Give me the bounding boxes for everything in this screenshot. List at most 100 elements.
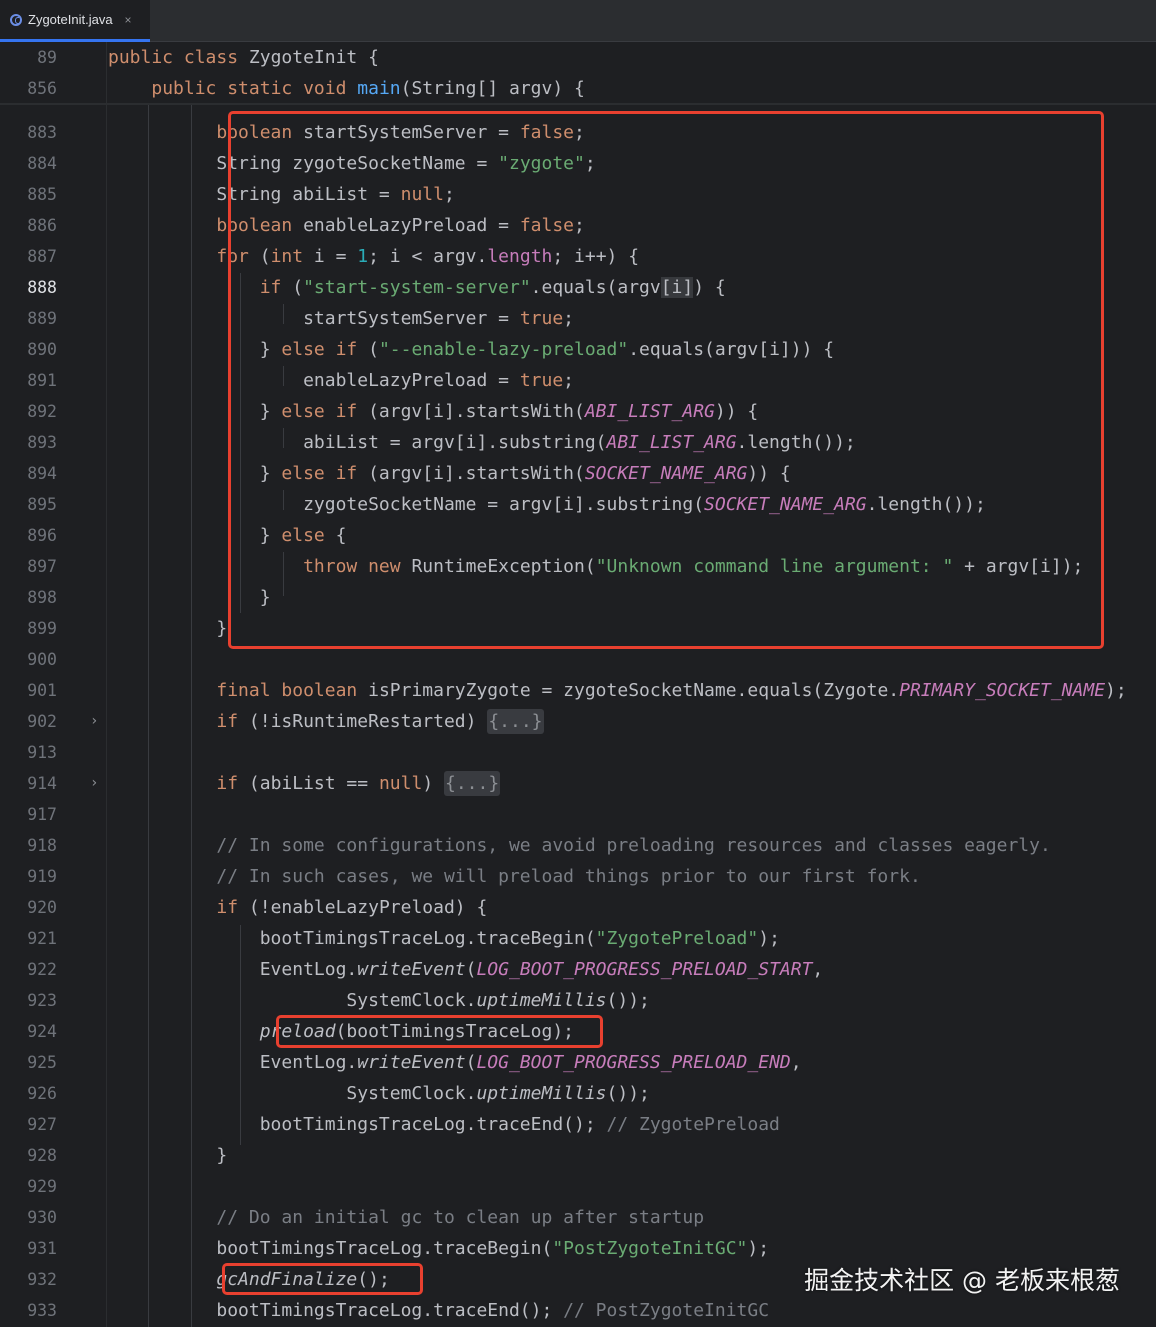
line-number[interactable]: 887 <box>0 241 57 272</box>
code-line[interactable]: 933 bootTimingsTraceLog.traceEnd(); // P… <box>0 1295 1156 1326</box>
code-text: SystemClock.uptimeMillis()); <box>108 1078 649 1109</box>
code-token: ZygoteInit { <box>248 47 379 68</box>
indent-guide <box>240 925 241 1145</box>
line-number[interactable]: 930 <box>0 1202 57 1233</box>
fold-chevron-icon[interactable]: › <box>90 768 98 799</box>
code-line[interactable]: 922 EventLog.writeEvent(LOG_BOOT_PROGRES… <box>0 954 1156 985</box>
code-line[interactable]: 89 public class ZygoteInit { <box>0 42 1156 73</box>
line-number[interactable]: 929 <box>0 1171 57 1202</box>
line-number[interactable]: 886 <box>0 210 57 241</box>
file-tab[interactable]: ZygoteInit.java × <box>0 0 150 42</box>
code-token: bootTimingsTraceLog.traceBegin( <box>108 928 596 949</box>
line-number[interactable]: 922 <box>0 954 57 985</box>
line-number[interactable]: 931 <box>0 1233 57 1264</box>
line-number[interactable]: 893 <box>0 427 57 458</box>
line-number[interactable]: 927 <box>0 1109 57 1140</box>
line-number[interactable]: 933 <box>0 1295 57 1326</box>
line-number[interactable]: 923 <box>0 985 57 1016</box>
folded-block[interactable]: {...} <box>487 709 544 734</box>
code-token: uptimeMillis <box>476 990 607 1011</box>
close-icon[interactable]: × <box>125 13 132 27</box>
java-class-icon <box>10 13 22 26</box>
code-token: // In such cases, we will preload things… <box>216 866 921 887</box>
line-number[interactable]: 925 <box>0 1047 57 1078</box>
code-line[interactable]: 928 } <box>0 1140 1156 1171</box>
line-number[interactable]: 926 <box>0 1078 57 1109</box>
line-number[interactable]: 897 <box>0 551 57 582</box>
code-line[interactable]: 901 final boolean isPrimaryZygote = zygo… <box>0 675 1156 706</box>
code-token: , <box>812 959 824 980</box>
code-line[interactable]: 926 SystemClock.uptimeMillis()); <box>0 1078 1156 1109</box>
line-number[interactable]: 883 <box>0 117 57 148</box>
code-token: ) <box>422 773 444 794</box>
code-token: bootTimingsTraceLog.traceEnd(); <box>108 1300 564 1321</box>
code-token: (String[] argv) { <box>400 78 585 99</box>
line-number[interactable]: 932 <box>0 1264 57 1295</box>
line-number[interactable]: 896 <box>0 520 57 551</box>
code-line[interactable]: 921 bootTimingsTraceLog.traceBegin("Zygo… <box>0 923 1156 954</box>
code-line[interactable]: 913 <box>0 737 1156 768</box>
code-token: LOG_BOOT_PROGRESS_PRELOAD_END <box>476 1052 791 1073</box>
folded-block[interactable]: {...} <box>444 771 501 796</box>
line-number[interactable]: 885 <box>0 179 57 210</box>
code-line[interactable]: 925 EventLog.writeEvent(LOG_BOOT_PROGRES… <box>0 1047 1156 1078</box>
code-line[interactable]: 856 public static void main(String[] arg… <box>0 73 1156 104</box>
line-number[interactable]: 894 <box>0 458 57 489</box>
code-line[interactable]: 930 // Do an initial gc to clean up afte… <box>0 1202 1156 1233</box>
code-line[interactable]: 920 if (!enableLazyPreload) { <box>0 892 1156 923</box>
code-line[interactable]: 902 › if (!isRuntimeRestarted) {...} <box>0 706 1156 737</box>
code-line[interactable]: 918 // In some configurations, we avoid … <box>0 830 1156 861</box>
code-line[interactable]: 917 <box>0 799 1156 830</box>
code-token: PRIMARY_SOCKET_NAME <box>899 680 1106 701</box>
code-token: if <box>216 897 239 918</box>
code-token: , <box>790 1052 802 1073</box>
line-number[interactable]: 921 <box>0 923 57 954</box>
line-number[interactable]: 900 <box>0 644 57 675</box>
line-number[interactable]: 919 <box>0 861 57 892</box>
line-number[interactable]: 901 <box>0 675 57 706</box>
line-number[interactable]: 898 <box>0 582 57 613</box>
line-number[interactable]: 889 <box>0 303 57 334</box>
line-number[interactable]: 892 <box>0 396 57 427</box>
code-line[interactable]: 914 › if (abiList == null) {...} <box>0 768 1156 799</box>
line-number[interactable]: 895 <box>0 489 57 520</box>
code-text: EventLog.writeEvent(LOG_BOOT_PROGRESS_PR… <box>108 1047 802 1078</box>
line-number[interactable]: 928 <box>0 1140 57 1171</box>
line-number[interactable]: 856 <box>0 73 57 104</box>
tab-filename: ZygoteInit.java <box>28 12 113 27</box>
code-text: } <box>108 613 227 644</box>
code-line[interactable]: 931 bootTimingsTraceLog.traceBegin("Post… <box>0 1233 1156 1264</box>
line-number[interactable]: 888 <box>0 272 57 303</box>
code-text: SystemClock.uptimeMillis()); <box>108 985 649 1016</box>
fold-chevron-icon[interactable]: › <box>90 706 98 737</box>
line-number[interactable]: 924 <box>0 1016 57 1047</box>
line-number[interactable]: 918 <box>0 830 57 861</box>
code-line[interactable]: 927 bootTimingsTraceLog.traceEnd(); // Z… <box>0 1109 1156 1140</box>
line-number[interactable]: 913 <box>0 737 57 768</box>
line-number[interactable]: 902 <box>0 706 57 737</box>
line-number[interactable]: 920 <box>0 892 57 923</box>
code-text: bootTimingsTraceLog.traceEnd(); // Zygot… <box>108 1109 780 1140</box>
code-line[interactable]: 923 SystemClock.uptimeMillis()); <box>0 985 1156 1016</box>
line-number[interactable]: 890 <box>0 334 57 365</box>
line-number[interactable]: 891 <box>0 365 57 396</box>
line-number[interactable]: 914 <box>0 768 57 799</box>
line-number[interactable]: 884 <box>0 148 57 179</box>
code-line[interactable]: 929 <box>0 1171 1156 1202</box>
line-number[interactable]: 89 <box>0 42 57 73</box>
code-editor[interactable]: 89 public class ZygoteInit {856 public st… <box>0 42 1156 1327</box>
code-text: public static void main(String[] argv) { <box>108 73 585 104</box>
code-text: final boolean isPrimaryZygote = zygoteSo… <box>108 675 1126 706</box>
code-token: ( <box>465 1052 477 1073</box>
editor-tab-bar: ZygoteInit.java × <box>0 0 1156 42</box>
line-number[interactable]: 917 <box>0 799 57 830</box>
code-token: // ZygotePreload <box>606 1114 780 1135</box>
line-number[interactable]: 899 <box>0 613 57 644</box>
code-line[interactable]: 919 // In such cases, we will preload th… <box>0 861 1156 892</box>
code-token: } <box>108 1145 228 1166</box>
